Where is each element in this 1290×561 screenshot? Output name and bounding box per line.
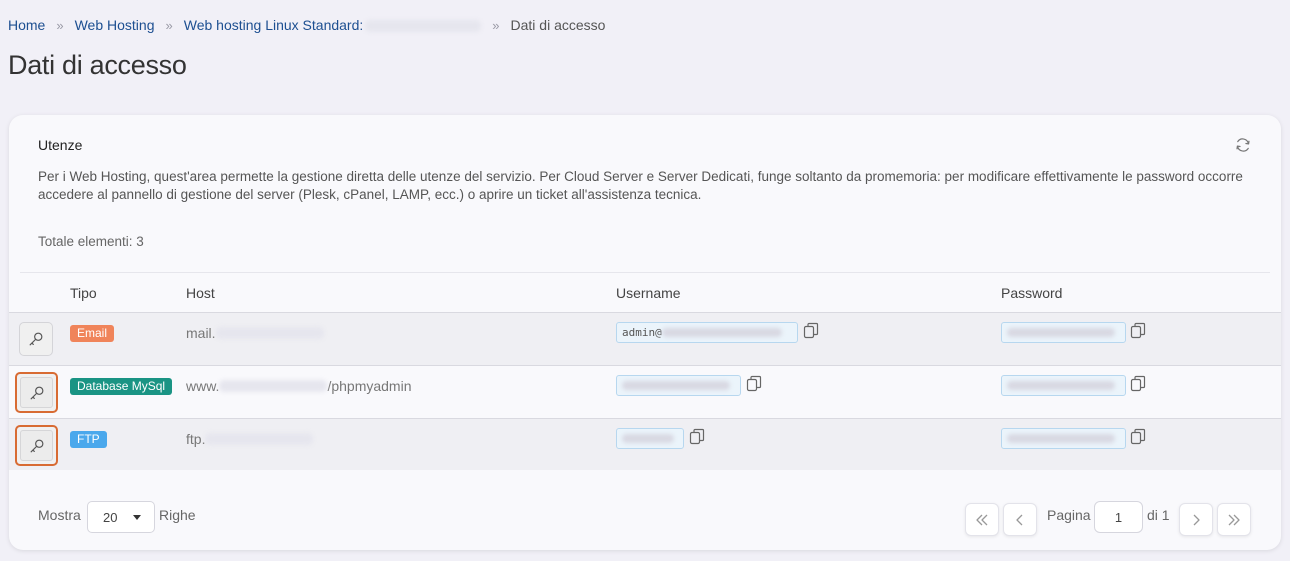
password-field[interactable]	[1001, 375, 1126, 396]
type-badge: Database MySql	[70, 378, 173, 395]
password-field[interactable]	[1001, 428, 1126, 449]
edit-credentials-button[interactable]	[19, 322, 53, 356]
copy-icon[interactable]	[1130, 322, 1146, 339]
username-prefix: admin@	[622, 326, 662, 339]
redacted-username	[661, 328, 782, 337]
refresh-icon[interactable]	[1234, 136, 1252, 154]
username-field[interactable]: admin@	[616, 322, 798, 343]
username-field[interactable]	[616, 428, 684, 449]
divider	[20, 272, 1270, 273]
edit-credentials-button[interactable]	[15, 372, 58, 413]
redacted-domain	[219, 380, 328, 392]
next-page-button[interactable]	[1179, 503, 1213, 536]
double-chevron-left-icon	[976, 514, 988, 525]
redacted-domain	[215, 327, 324, 339]
table-row: FTP ftp.	[9, 418, 1281, 470]
copy-icon[interactable]	[689, 428, 705, 445]
header-tipo: Tipo	[70, 285, 97, 301]
host-prefix: www.	[186, 378, 220, 394]
host-cell: ftp.	[186, 431, 314, 447]
copy-icon[interactable]	[746, 375, 762, 392]
prev-page-button[interactable]	[1003, 503, 1037, 536]
host-cell: mail.	[186, 325, 324, 341]
redacted-password	[1007, 434, 1115, 443]
caret-down-icon	[133, 515, 141, 520]
breadcrumb-product[interactable]: Web hosting Linux Standard:	[184, 17, 482, 33]
show-label: Mostra	[38, 507, 81, 523]
type-badge: Email	[70, 325, 115, 342]
first-page-button[interactable]	[965, 503, 999, 536]
breadcrumb-separator: »	[492, 17, 500, 33]
host-prefix: ftp.	[186, 431, 206, 447]
host-prefix: mail.	[186, 325, 216, 341]
redacted-password	[1007, 381, 1115, 390]
breadcrumb-separator: »	[165, 17, 173, 33]
chevron-right-icon	[1193, 514, 1200, 525]
copy-icon[interactable]	[803, 322, 819, 339]
card-description: Per i Web Hosting, quest'area permette l…	[38, 169, 1243, 202]
table-header: Tipo Host Username Password	[9, 275, 1281, 312]
chevron-left-icon	[1016, 514, 1023, 525]
key-icon	[29, 332, 43, 346]
breadcrumb-web-hosting[interactable]: Web Hosting	[75, 17, 155, 33]
breadcrumb-product-label: Web hosting Linux Standard:	[183, 17, 364, 33]
rows-per-page-select[interactable]: 20	[87, 501, 155, 533]
copy-icon[interactable]	[1130, 375, 1146, 392]
breadcrumb-home[interactable]: Home	[8, 17, 45, 33]
last-page-button[interactable]	[1217, 503, 1251, 536]
edit-credentials-button[interactable]	[15, 425, 58, 466]
breadcrumb: Home » Web Hosting » Web hosting Linux S…	[8, 17, 605, 33]
key-button-inner	[20, 377, 53, 408]
total-count: Totale elementi: 3	[38, 234, 144, 249]
breadcrumb-separator: »	[56, 17, 64, 33]
key-icon	[30, 386, 43, 399]
rows-per-page-value: 20	[103, 509, 118, 525]
page-label: Pagina	[1047, 507, 1091, 523]
page-title: Dati di accesso	[8, 50, 187, 80]
type-badge: FTP	[70, 431, 107, 448]
redacted-domain	[365, 20, 482, 33]
page-number-input[interactable]	[1094, 501, 1143, 533]
double-chevron-right-icon	[1228, 514, 1240, 525]
password-field[interactable]	[1001, 322, 1126, 343]
header-host: Host	[186, 285, 215, 301]
breadcrumb-current: Dati di accesso	[510, 17, 606, 33]
host-cell: www. /phpmyadmin	[186, 378, 412, 394]
page-of-label: di 1	[1147, 507, 1170, 523]
redacted-username	[622, 434, 674, 443]
header-password: Password	[1001, 285, 1063, 301]
redacted-username	[622, 381, 730, 390]
username-field[interactable]	[616, 375, 741, 396]
card-title: Utenze	[38, 137, 83, 153]
table-row: Database MySql www. /phpmyadmin	[9, 365, 1281, 418]
users-card: Utenze Per i Web Hosting, quest'area per…	[9, 115, 1281, 550]
key-icon	[30, 439, 43, 452]
rows-label: Righe	[159, 507, 196, 523]
host-suffix: /phpmyadmin	[327, 378, 412, 394]
redacted-password	[1007, 328, 1115, 337]
copy-icon[interactable]	[1130, 428, 1146, 445]
key-button-inner	[20, 430, 53, 461]
redacted-domain	[205, 433, 314, 445]
table-row: Email mail. admin@	[9, 312, 1281, 365]
header-username: Username	[616, 285, 681, 301]
